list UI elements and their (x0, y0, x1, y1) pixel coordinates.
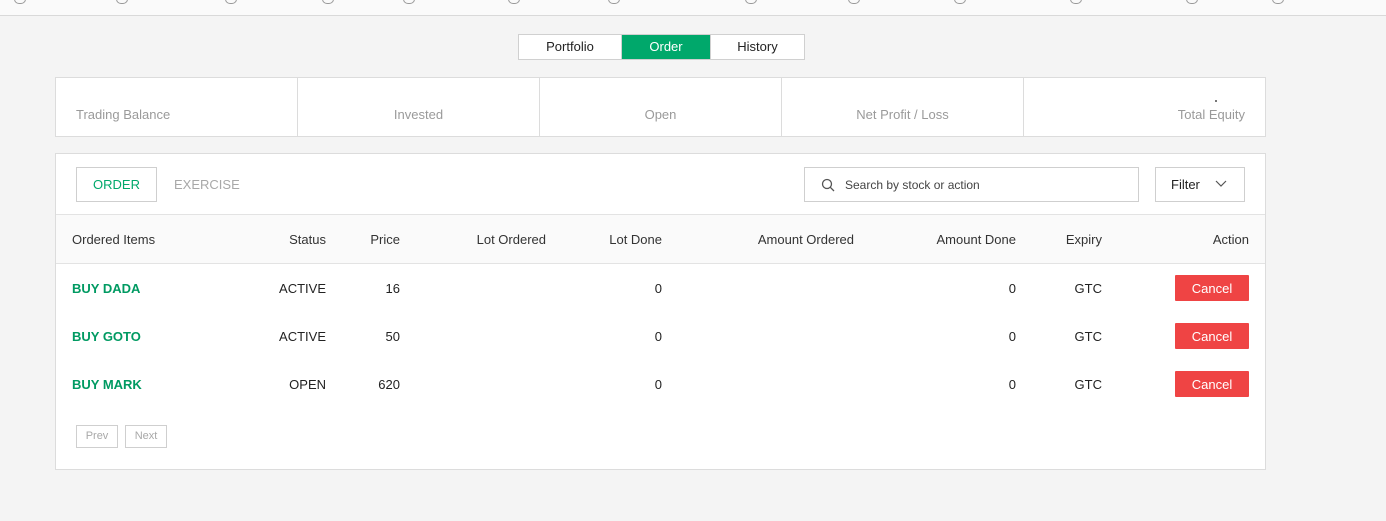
col-header-price: Price (370, 232, 400, 247)
order-expiry: GTC (1074, 377, 1102, 392)
col-header-status: Status (289, 232, 326, 247)
toolbar-icon (608, 0, 620, 4)
table-row: BUY DADA ACTIVE 16 0 0 GTC Cancel (56, 265, 1265, 313)
search-icon (821, 178, 835, 192)
trading-balance-label: Trading Balance (76, 107, 171, 122)
col-header-amount-ordered: Amount Ordered (757, 232, 854, 247)
exercise-filter-button[interactable]: EXERCISE (174, 167, 240, 202)
tab-order[interactable]: Order (621, 35, 710, 59)
cancel-order-button[interactable]: Cancel (1175, 275, 1249, 301)
filter-label: Filter (1171, 177, 1200, 192)
order-lot-done: 0 (654, 281, 662, 296)
view-tabs: Portfolio Order History (518, 34, 805, 60)
order-price: 620 (378, 377, 400, 392)
tab-history[interactable]: History (710, 35, 804, 59)
order-item-link[interactable]: BUY MARK (72, 377, 142, 392)
table-row: BUY GOTO ACTIVE 50 0 0 GTC Cancel (56, 313, 1265, 361)
search-box (804, 167, 1139, 202)
order-status: ACTIVE (279, 281, 326, 296)
summary-trading-balance: Trading Balance (56, 78, 298, 136)
order-item-link[interactable]: BUY DADA (72, 281, 140, 296)
toolbar-icon (322, 0, 334, 4)
col-header-expiry: Expiry (1065, 232, 1102, 247)
cancel-order-button[interactable]: Cancel (1175, 323, 1249, 349)
order-expiry: GTC (1074, 281, 1102, 296)
tab-portfolio[interactable]: Portfolio (519, 35, 621, 59)
chevron-down-icon (1215, 180, 1227, 187)
summary-net-profit: Net Profit / Loss (782, 78, 1024, 136)
col-header-action: Action (1212, 232, 1249, 247)
order-expiry: GTC (1074, 329, 1102, 344)
toolbar-icon (14, 0, 26, 4)
table-header: Ordered Items Status Price Lot Ordered L… (56, 214, 1265, 264)
order-lot-done: 0 (654, 329, 662, 344)
order-filter-button[interactable]: ORDER (76, 167, 157, 202)
search-input[interactable] (845, 174, 1125, 195)
toolbar-icon (116, 0, 128, 4)
net-profit-label: Net Profit / Loss (856, 107, 949, 122)
toolbar-icon (403, 0, 415, 4)
prev-page-button[interactable]: Prev (76, 425, 118, 448)
col-header-ordered-items: Ordered Items (72, 232, 156, 247)
value-placeholder-dot (1215, 100, 1217, 102)
toolbar-icon (1186, 0, 1198, 4)
toolbar-icon (954, 0, 966, 4)
next-page-button[interactable]: Next (125, 425, 167, 448)
cancel-order-button[interactable]: Cancel (1175, 371, 1249, 397)
toolbar-icon (1272, 0, 1284, 4)
col-header-lot-done: Lot Done (609, 232, 662, 247)
order-status: OPEN (289, 377, 326, 392)
open-label: Open (644, 107, 677, 122)
table-row: BUY MARK OPEN 620 0 0 GTC Cancel (56, 361, 1265, 409)
col-header-amount-done: Amount Done (936, 232, 1017, 247)
toolbar-icon (848, 0, 860, 4)
toolbar-icon (225, 0, 237, 4)
order-amount-done: 0 (1008, 329, 1016, 344)
total-equity-label: Total Equity (1177, 107, 1245, 122)
order-price: 16 (385, 281, 400, 296)
order-price: 50 (385, 329, 400, 344)
filter-dropdown[interactable]: Filter (1155, 167, 1245, 202)
summary-open: Open (540, 78, 782, 136)
toolbar-icon (508, 0, 520, 4)
browser-top-strip (0, 0, 1386, 16)
order-item-link[interactable]: BUY GOTO (72, 329, 141, 344)
order-lot-done: 0 (654, 377, 662, 392)
orders-panel: ORDER EXERCISE Filter Ordered Items Stat… (55, 153, 1266, 470)
invested-label: Invested (393, 107, 444, 122)
order-amount-done: 0 (1008, 377, 1016, 392)
toolbar-icon (1070, 0, 1082, 4)
summary-total-equity: Total Equity (1024, 78, 1265, 136)
toolbar-icon (745, 0, 757, 4)
summary-invested: Invested (298, 78, 540, 136)
order-amount-done: 0 (1008, 281, 1016, 296)
account-summary: Trading Balance Invested Open Net Profit… (55, 77, 1266, 137)
order-status: ACTIVE (279, 329, 326, 344)
col-header-lot-ordered: Lot Ordered (476, 232, 546, 247)
